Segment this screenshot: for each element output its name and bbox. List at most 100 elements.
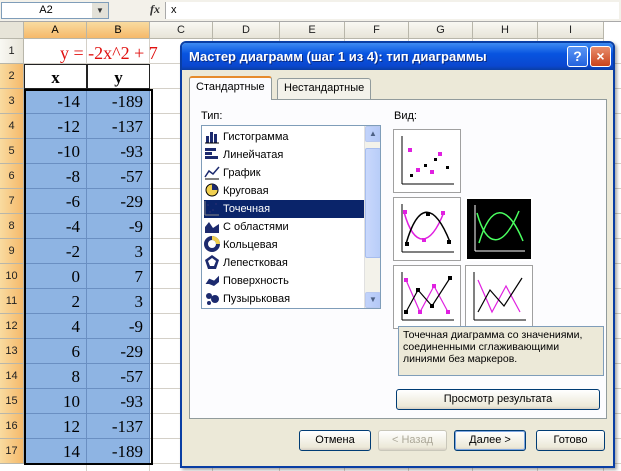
row-header-12[interactable]: 12	[0, 314, 24, 339]
row-header-14[interactable]: 14	[0, 364, 24, 389]
chart-type-item[interactable]: С областями	[204, 218, 365, 236]
chart-type-item[interactable]: Точечная	[204, 200, 365, 218]
column-label-y[interactable]: y	[87, 64, 150, 89]
x-value-cell[interactable]: -6	[24, 189, 87, 214]
chart-type-item[interactable]: Поверхность	[204, 272, 365, 290]
tab-standard[interactable]: Стандартные	[189, 76, 272, 100]
area-chart-icon	[204, 218, 220, 234]
column-header-a[interactable]: A	[24, 22, 87, 39]
column-header-f[interactable]: F	[345, 22, 409, 39]
cancel-button[interactable]: Отмена	[299, 430, 371, 451]
y-value-cell[interactable]: -9	[87, 314, 150, 339]
x-value-cell[interactable]: -8	[24, 164, 87, 189]
chart-type-item[interactable]: Круговая	[204, 182, 365, 200]
subtype-smooth-lines-markers[interactable]	[393, 197, 461, 261]
dialog-title: Мастер диаграмм (шаг 1 из 4): тип диагра…	[189, 49, 487, 64]
row-header-7[interactable]: 7	[0, 189, 24, 214]
x-value-cell[interactable]: 4	[24, 314, 87, 339]
x-value-cell[interactable]: -14	[24, 89, 87, 114]
subtype-scatter-markers[interactable]	[393, 129, 461, 193]
list-scrollbar[interactable]: ▲ ▼	[364, 126, 380, 308]
y-value-cell[interactable]: -93	[87, 139, 150, 164]
column-header-c[interactable]: C	[150, 22, 213, 39]
column-header-d[interactable]: D	[213, 22, 280, 39]
row-header-2[interactable]: 2	[0, 64, 24, 89]
x-value-cell[interactable]: 14	[24, 439, 87, 464]
chart-type-label: С областями	[223, 221, 289, 233]
finish-button[interactable]: Готово	[536, 430, 605, 451]
row-header-13[interactable]: 13	[0, 339, 24, 364]
chevron-down-icon[interactable]: ▼	[92, 3, 108, 18]
y-value-cell[interactable]: -57	[87, 164, 150, 189]
y-value-cell[interactable]: -189	[87, 439, 150, 464]
row-header-9[interactable]: 9	[0, 239, 24, 264]
help-button[interactable]: ?	[567, 46, 588, 67]
y-value-cell[interactable]: -189	[87, 89, 150, 114]
next-button[interactable]: Далее >	[454, 430, 526, 451]
fx-icon[interactable]: fx	[150, 2, 160, 17]
column-header-h[interactable]: H	[473, 22, 538, 39]
chart-type-item[interactable]: Гистограмма	[204, 128, 365, 146]
close-button[interactable]: ×	[590, 46, 611, 67]
scroll-thumb[interactable]	[365, 148, 380, 258]
scroll-down-button[interactable]: ▼	[365, 292, 380, 308]
scroll-up-button[interactable]: ▲	[365, 126, 380, 142]
row-header-5[interactable]: 5	[0, 139, 24, 164]
chart-type-item[interactable]: Кольцевая	[204, 236, 365, 254]
subtype-smooth-lines[interactable]	[465, 197, 533, 261]
row-header-4[interactable]: 4	[0, 114, 24, 139]
row-header-16[interactable]: 16	[0, 414, 24, 439]
chart-type-item[interactable]: Линейчатая	[204, 146, 365, 164]
dialog-title-bar[interactable]: Мастер диаграмм (шаг 1 из 4): тип диагра…	[182, 43, 613, 70]
row-header-3[interactable]: 3	[0, 89, 24, 114]
x-value-cell[interactable]: -10	[24, 139, 87, 164]
y-value-cell[interactable]: 7	[87, 264, 150, 289]
formula-title-cell[interactable]: y = -2x^2 + 7	[60, 43, 158, 64]
y-value-cell[interactable]: -29	[87, 189, 150, 214]
chart-type-item[interactable]: Лепестковая	[204, 254, 365, 272]
chart-type-item[interactable]: Пузырьковая	[204, 290, 365, 308]
name-box-value: A2	[39, 4, 53, 16]
x-value-cell[interactable]: -4	[24, 214, 87, 239]
column-header-e[interactable]: E	[280, 22, 345, 39]
preview-button[interactable]: Просмотр результата	[396, 389, 600, 410]
row-header-6[interactable]: 6	[0, 164, 24, 189]
x-value-cell[interactable]: 12	[24, 414, 87, 439]
y-value-cell[interactable]: -93	[87, 389, 150, 414]
row-header-15[interactable]: 15	[0, 389, 24, 414]
name-box[interactable]: A2 ▼	[1, 2, 109, 19]
x-value-cell[interactable]: 10	[24, 389, 87, 414]
select-all-corner[interactable]	[0, 22, 24, 39]
x-value-cell[interactable]: 2	[24, 289, 87, 314]
row-header-10[interactable]: 10	[0, 264, 24, 289]
x-value-cell[interactable]: -2	[24, 239, 87, 264]
tab-panel: Тип: Вид: Гистограмма Линейчатая График Кру…	[189, 99, 607, 419]
x-value-cell[interactable]: -12	[24, 114, 87, 139]
x-value-cell[interactable]: 6	[24, 339, 87, 364]
back-button[interactable]: < Назад	[378, 430, 447, 451]
row-header-1[interactable]: 1	[0, 39, 24, 64]
y-value-cell[interactable]: -9	[87, 214, 150, 239]
y-value-cell[interactable]: -29	[87, 339, 150, 364]
column-label-x[interactable]: x	[24, 64, 87, 89]
y-value-cell[interactable]: -137	[87, 414, 150, 439]
y-value-cell[interactable]: -137	[87, 114, 150, 139]
subtype-straight-lines[interactable]	[465, 265, 533, 329]
column-header-b[interactable]: B	[87, 22, 150, 39]
chart-type-label: Круговая	[223, 185, 269, 197]
y-value-cell[interactable]: 3	[87, 289, 150, 314]
y-value-cell[interactable]: 3	[87, 239, 150, 264]
chart-type-list[interactable]: Гистограмма Линейчатая График Круговая Точеч…	[201, 125, 381, 309]
chart-type-item[interactable]: График	[204, 164, 365, 182]
column-header-i[interactable]: I	[538, 22, 604, 39]
x-value-cell[interactable]: 0	[24, 264, 87, 289]
y-value-cell[interactable]: -57	[87, 364, 150, 389]
subtype-straight-lines-markers[interactable]	[393, 265, 461, 329]
row-header-11[interactable]: 11	[0, 289, 24, 314]
tab-custom[interactable]: Нестандартные	[277, 78, 372, 99]
row-header-8[interactable]: 8	[0, 214, 24, 239]
column-header-g[interactable]: G	[409, 22, 473, 39]
formula-input[interactable]: x	[165, 2, 619, 19]
row-header-17[interactable]: 17	[0, 439, 24, 464]
x-value-cell[interactable]: 8	[24, 364, 87, 389]
